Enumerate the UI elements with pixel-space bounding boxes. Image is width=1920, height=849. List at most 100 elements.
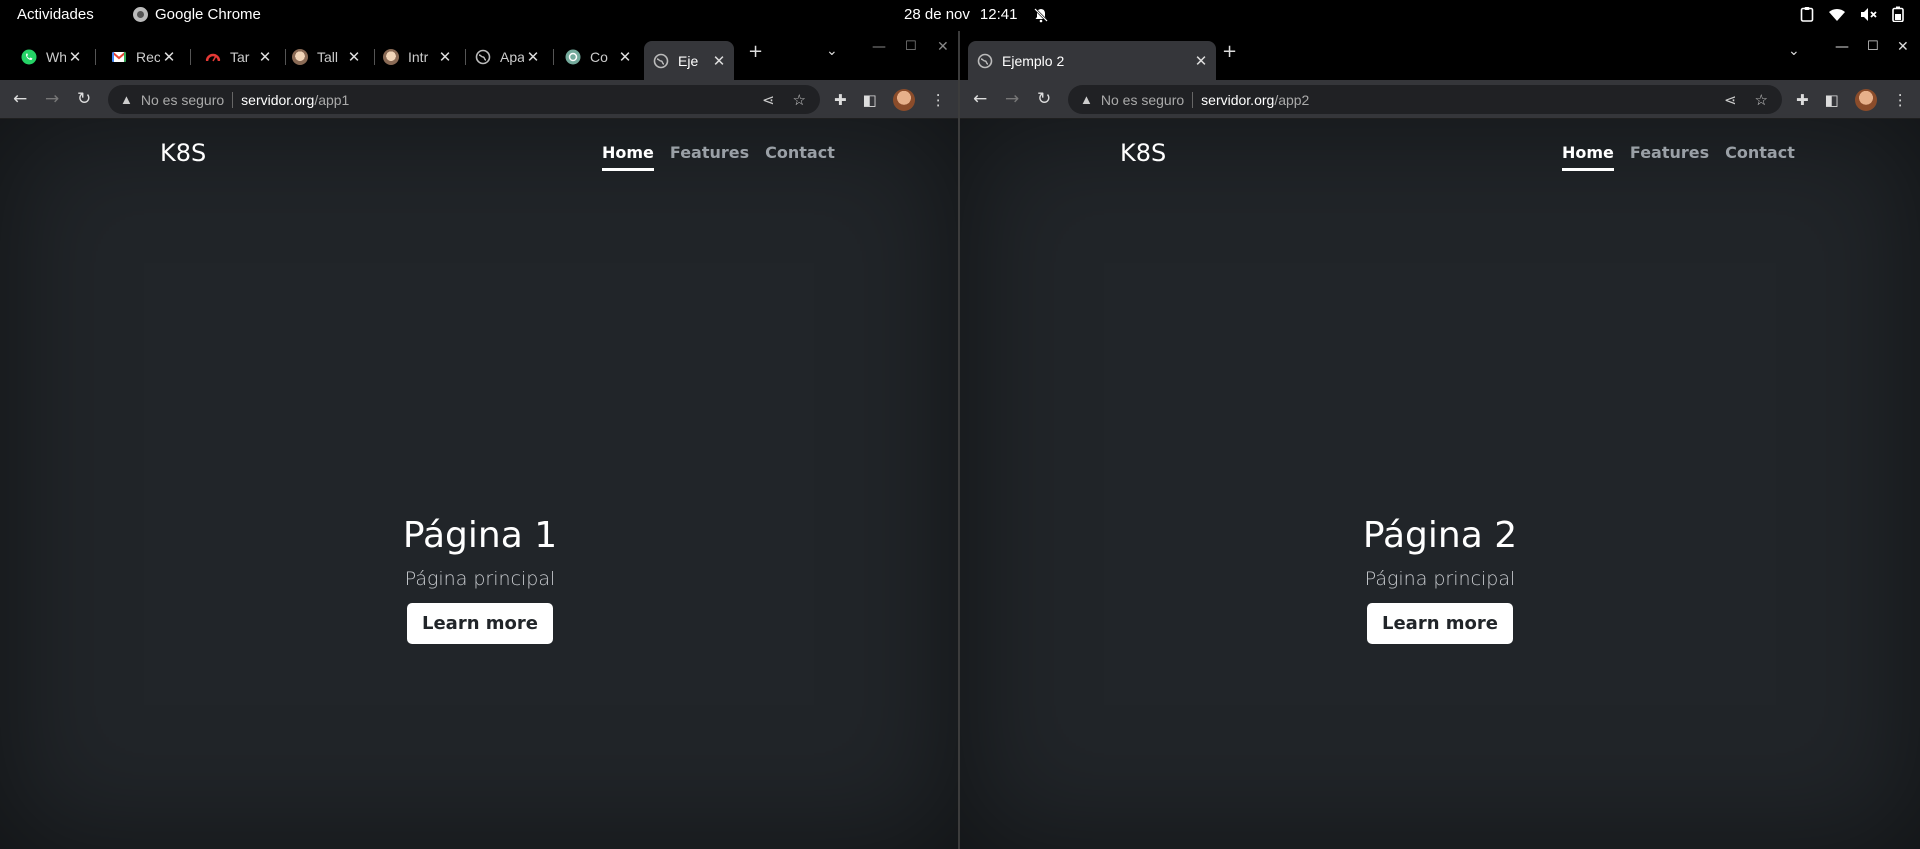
back-button[interactable]: ←: [973, 89, 987, 109]
profile-avatar[interactable]: [892, 89, 915, 111]
nav-home[interactable]: Home: [1562, 143, 1614, 171]
globe-icon: [653, 53, 669, 68]
new-tab-button[interactable]: +: [1222, 41, 1237, 62]
brand-logo[interactable]: K8S: [1120, 139, 1166, 167]
minimize-button[interactable]: —: [1835, 39, 1849, 55]
page-content: K8S Home Features Contact Página 1 Págin…: [0, 119, 958, 849]
tab-tall[interactable]: Tall ✕: [283, 41, 369, 72]
nav-features[interactable]: Features: [670, 143, 749, 171]
page-lead: Página principal: [404, 568, 556, 590]
tab-apa[interactable]: Apa ✕: [466, 41, 548, 72]
notifications-muted-icon: [1034, 8, 1048, 23]
volume-muted-icon: [1861, 7, 1877, 21]
side-panel-icon[interactable]: ◧: [1825, 91, 1839, 109]
address-bar[interactable]: ▲ No es seguro servidor.org /app2 ⋖ ☆: [1068, 85, 1782, 114]
url-path: /app1: [314, 91, 350, 108]
close-tab-icon[interactable]: ✕: [160, 48, 178, 66]
forward-button[interactable]: →: [1005, 89, 1019, 109]
browser-toolbar: ← → ↻ ▲ No es seguro servidor.org /app1 …: [0, 80, 958, 119]
url-path: /app2: [1274, 91, 1310, 108]
share-icon[interactable]: ⋖: [762, 91, 775, 109]
site-nav: Home Features Contact: [602, 143, 835, 171]
bookmark-star-icon[interactable]: ☆: [1755, 91, 1768, 109]
chatgpt-icon: [565, 49, 581, 64]
clock-time: 12:41: [979, 6, 1018, 23]
tab-ejemplo-2-active[interactable]: Ejemplo 2 ✕: [968, 41, 1216, 80]
close-tab-icon[interactable]: ✕: [524, 48, 542, 66]
tab-intr[interactable]: Intr ✕: [374, 41, 460, 72]
close-window-button[interactable]: ✕: [937, 39, 949, 55]
tab-search-chevron-icon[interactable]: ⌄: [826, 43, 838, 59]
avatar-icon: [383, 48, 399, 65]
side-panel-icon[interactable]: ◧: [863, 91, 877, 109]
extensions-puzzle-icon[interactable]: ✚: [1796, 91, 1809, 109]
forward-button[interactable]: →: [45, 89, 59, 109]
app-menu[interactable]: Google Chrome: [133, 6, 261, 23]
whatsapp-icon: [21, 49, 37, 64]
gauge-icon: [205, 53, 221, 61]
url-host: servidor.org: [1201, 91, 1275, 108]
chrome-icon: [133, 7, 148, 22]
close-tab-icon[interactable]: ✕: [66, 48, 84, 66]
browser-window-left: Wh ✕ Rec ✕ Tar ✕ Tall ✕ Intr ✕ Apa ✕ Co …: [0, 31, 958, 849]
minimize-button[interactable]: —: [872, 39, 886, 55]
tab-search-chevron-icon[interactable]: ⌄: [1788, 43, 1800, 59]
clipboard-icon: [1800, 7, 1814, 22]
security-label: No es seguro: [1100, 91, 1185, 108]
battery-icon: [1892, 6, 1904, 22]
url-host: servidor.org: [241, 91, 315, 108]
tab-strip: Wh ✕ Rec ✕ Tar ✕ Tall ✕ Intr ✕ Apa ✕ Co …: [0, 31, 958, 80]
profile-avatar[interactable]: [1854, 89, 1877, 111]
tab-tar[interactable]: Tar ✕: [196, 41, 280, 72]
reload-button[interactable]: ↻: [77, 89, 91, 109]
activities-button[interactable]: Actividades: [17, 6, 94, 23]
nav-home[interactable]: Home: [602, 143, 654, 171]
system-tray[interactable]: [1800, 6, 1904, 22]
bookmark-star-icon[interactable]: ☆: [793, 91, 806, 109]
nav-contact[interactable]: Contact: [1725, 143, 1795, 171]
close-tab-icon[interactable]: ✕: [710, 52, 728, 70]
close-tab-icon[interactable]: ✕: [436, 48, 454, 66]
browser-toolbar: ← → ↻ ▲ No es seguro servidor.org /app2 …: [960, 80, 1920, 119]
close-tab-icon[interactable]: ✕: [345, 48, 363, 66]
site-nav: Home Features Contact: [1562, 143, 1795, 171]
nav-contact[interactable]: Contact: [765, 143, 835, 171]
maximize-button[interactable]: ☐: [905, 39, 917, 54]
maximize-button[interactable]: ☐: [1867, 39, 1879, 54]
warning-icon: ▲: [120, 92, 133, 107]
nav-features[interactable]: Features: [1630, 143, 1709, 171]
globe-icon: [977, 53, 993, 68]
clock-date: 28 de nov: [904, 6, 970, 23]
close-tab-icon[interactable]: ✕: [256, 48, 274, 66]
page-lead: Página principal: [1364, 568, 1516, 590]
address-bar[interactable]: ▲ No es seguro servidor.org /app1 ⋖ ☆: [108, 85, 820, 114]
learn-more-button[interactable]: Learn more: [407, 603, 553, 644]
gmail-icon: [111, 50, 127, 62]
tab-eje-active[interactable]: Eje ✕: [644, 41, 734, 80]
page-content: K8S Home Features Contact Página 2 Págin…: [960, 119, 1920, 849]
browser-window-right: Ejemplo 2 ✕ + ⌄ — ☐ ✕ ← → ↻ ▲ No es segu…: [960, 31, 1920, 849]
avatar-icon: [292, 48, 308, 65]
hero: Página 1 Página principal Learn more: [330, 515, 630, 644]
close-tab-icon[interactable]: ✕: [616, 48, 634, 66]
system-top-bar: Actividades Google Chrome 28 de nov 12:4…: [0, 0, 1920, 31]
back-button[interactable]: ←: [13, 89, 27, 109]
globe-icon: [475, 49, 491, 64]
wifi-icon: [1829, 8, 1845, 21]
reload-button[interactable]: ↻: [1037, 89, 1051, 109]
new-tab-button[interactable]: +: [748, 41, 763, 62]
app-name: Google Chrome: [155, 6, 261, 23]
tab-whatsapp[interactable]: Wh ✕: [12, 41, 90, 72]
tab-strip: Ejemplo 2 ✕ + ⌄ — ☐ ✕: [960, 31, 1920, 80]
menu-kebab-icon[interactable]: ⋮: [931, 91, 946, 109]
close-tab-icon[interactable]: ✕: [1192, 52, 1210, 70]
tab-co[interactable]: Co ✕: [556, 41, 640, 72]
clock[interactable]: 28 de nov 12:41: [904, 6, 1017, 23]
tab-gmail[interactable]: Rec ✕: [102, 41, 184, 72]
share-icon[interactable]: ⋖: [1724, 91, 1737, 109]
menu-kebab-icon[interactable]: ⋮: [1893, 91, 1908, 109]
learn-more-button[interactable]: Learn more: [1367, 603, 1513, 644]
brand-logo[interactable]: K8S: [160, 139, 206, 167]
extensions-puzzle-icon[interactable]: ✚: [834, 91, 847, 109]
close-window-button[interactable]: ✕: [1897, 39, 1909, 55]
